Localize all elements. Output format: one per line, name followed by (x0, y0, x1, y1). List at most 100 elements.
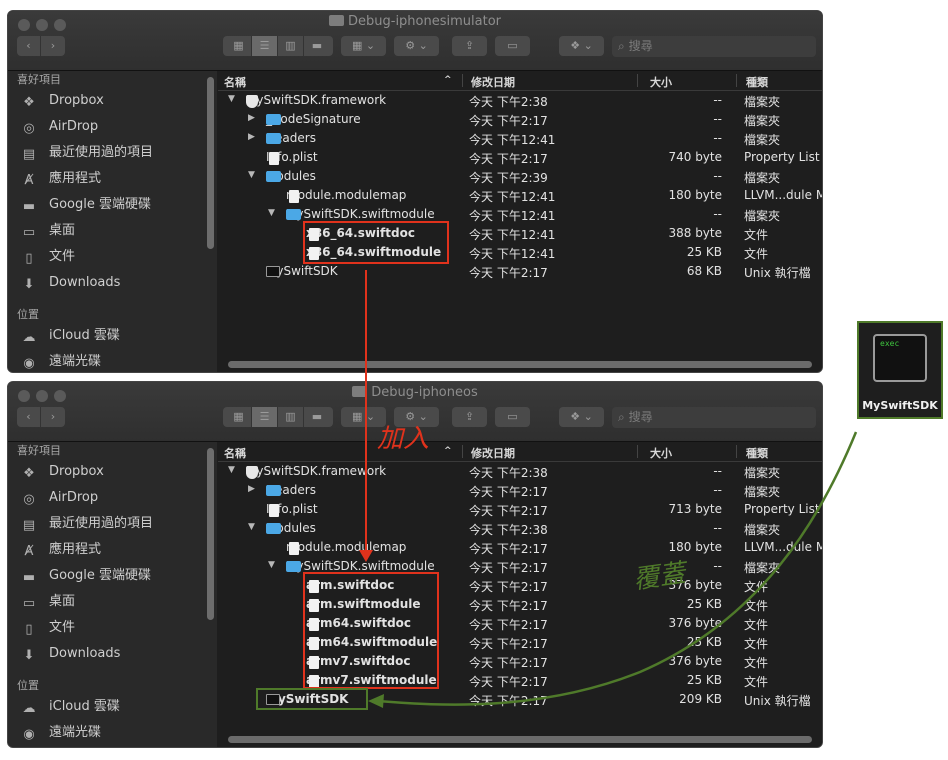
share-button[interactable]: ⇪ (452, 407, 487, 427)
sidebar-item-desktop[interactable]: ▭ 桌面 (8, 589, 217, 615)
disclosure-open-icon[interactable]: ▼ (248, 170, 255, 180)
sidebar-item-airdrop[interactable]: ◎ AirDrop (8, 114, 217, 140)
file-size: -- (713, 483, 722, 497)
table-row[interactable]: ▼ MySwiftSDK.framework 今天 下午2:38 -- 檔案夾 (218, 91, 822, 110)
search-field[interactable]: ⌕ 搜尋 (612, 36, 816, 57)
sidebar-item-applications[interactable]: Ⱥ 應用程式 (8, 166, 217, 192)
dropbox-button[interactable]: ❖ ⌄ (559, 36, 604, 56)
column-date[interactable]: 修改日期 (471, 445, 515, 461)
disclosure-open-icon[interactable]: ▼ (248, 522, 255, 532)
action-button[interactable]: ⚙ ⌄ (394, 36, 439, 56)
search-field[interactable]: ⌕ 搜尋 (612, 407, 816, 428)
horizontal-scrollbar[interactable] (228, 736, 812, 743)
disclosure-closed-icon[interactable]: ▶ (248, 484, 255, 494)
file-kind: Property List (744, 502, 820, 516)
sidebar-item-dropbox[interactable]: ❖ Dropbox (8, 88, 217, 114)
sidebar-item-recents[interactable]: ▤ 最近使用過的項目 (8, 511, 217, 537)
table-row[interactable]: Info.plist 今天 下午2:17 713 byte Property List (218, 500, 822, 519)
folder-icon (286, 561, 301, 572)
back-button[interactable]: ‹ (17, 407, 41, 427)
sidebar-item-remote-disc[interactable]: ◉ 遠端光碟 (8, 349, 217, 372)
table-row[interactable]: ▼ MySwiftSDK.framework 今天 下午2:38 -- 檔案夾 (218, 462, 822, 481)
column-size[interactable]: 大小 (650, 74, 672, 90)
disclosure-closed-icon[interactable]: ▶ (248, 113, 255, 123)
column-size[interactable]: 大小 (650, 445, 672, 461)
table-row[interactable]: ▶ _CodeSignature 今天 下午2:17 -- 檔案夾 (218, 110, 822, 129)
disclosure-open-icon[interactable]: ▼ (228, 94, 235, 104)
gallery-view-button[interactable]: ▬ (304, 36, 330, 56)
dropbox-button[interactable]: ❖ ⌄ (559, 407, 604, 427)
disclosure-open-icon[interactable]: ▼ (268, 560, 275, 570)
icon-view-button[interactable]: ▦ (226, 407, 252, 427)
table-row[interactable]: ▼ Modules 今天 下午2:38 -- 檔案夾 (218, 519, 822, 538)
table-row[interactable]: MySwiftSDK 今天 下午2:17 68 KB Unix 執行檔 (218, 262, 822, 281)
exec-file-icon: exec (873, 334, 927, 382)
exec-file-card[interactable]: exec MySwiftSDK (857, 321, 943, 419)
sidebar-item-downloads[interactable]: ⬇ Downloads (8, 641, 217, 667)
disclosure-open-icon[interactable]: ▼ (268, 208, 275, 218)
file-kind: 文件 (744, 228, 769, 242)
table-row[interactable]: ▼ Modules 今天 下午2:39 -- 檔案夾 (218, 167, 822, 186)
file-name: module.modulemap (286, 540, 407, 555)
file-name: MySwiftSDK.swiftmodule (286, 207, 435, 221)
sidebar-scrollbar[interactable] (207, 448, 214, 620)
column-name[interactable]: 名稱 (224, 74, 246, 90)
file-kind: 文件 (744, 675, 769, 689)
sidebar-item-google-drive[interactable]: ▬ Google 雲端硬碟 (8, 563, 217, 589)
sidebar-item-icloud[interactable]: ☁ iCloud 雲碟 (8, 694, 217, 720)
tag-button[interactable]: ▭ (495, 407, 530, 427)
file-size: 25 KB (686, 673, 722, 687)
list-view-button[interactable]: ☰ (252, 407, 278, 427)
column-kind[interactable]: 種類 (746, 445, 768, 461)
table-row[interactable]: Info.plist 今天 下午2:17 740 byte Property List (218, 148, 822, 167)
forward-button[interactable]: › (41, 36, 65, 56)
disclosure-closed-icon[interactable]: ▶ (248, 132, 255, 142)
column-view-button[interactable]: ▥ (278, 36, 304, 56)
folder-icon (266, 133, 281, 144)
view-mode-buttons[interactable]: ▦ ☰ ▥ ▬ (223, 407, 333, 427)
sidebar-item-google-drive[interactable]: ▬ Google 雲端硬碟 (8, 192, 217, 218)
document-icon (289, 542, 299, 555)
sidebar-item-desktop[interactable]: ▭ 桌面 (8, 218, 217, 244)
column-view-button[interactable]: ▥ (278, 407, 304, 427)
sidebar-item-airdrop[interactable]: ◎ AirDrop (8, 485, 217, 511)
sidebar-item-remote-disc[interactable]: ◉ 遠端光碟 (8, 720, 217, 746)
sidebar-item-documents[interactable]: ▯ 文件 (8, 615, 217, 641)
highlight-box-simulator-files (303, 221, 449, 264)
forward-button[interactable]: › (41, 407, 65, 427)
table-row[interactable]: module.modulemap 今天 下午2:17 180 byte LLVM...… (218, 538, 822, 557)
file-size: -- (713, 93, 722, 107)
share-icon: ⇪ (464, 410, 475, 423)
sidebar-item-documents[interactable]: ▯ 文件 (8, 244, 217, 270)
column-kind[interactable]: 種類 (746, 74, 768, 90)
dropbox-icon: ❖ (570, 39, 581, 52)
column-date[interactable]: 修改日期 (471, 74, 515, 90)
sidebar-item-downloads[interactable]: ⬇ Downloads (8, 270, 217, 296)
disclosure-open-icon[interactable]: ▼ (228, 465, 235, 475)
group-button[interactable]: ▦ ⌄ (341, 36, 386, 56)
back-forward-buttons[interactable]: ‹ › (17, 36, 65, 56)
horizontal-scrollbar[interactable] (228, 361, 812, 368)
back-button[interactable]: ‹ (17, 36, 41, 56)
tag-button[interactable]: ▭ (495, 36, 530, 56)
sidebar-item-applications[interactable]: Ⱥ 應用程式 (8, 537, 217, 563)
file-date: 今天 下午2:17 (469, 504, 548, 518)
list-view-button[interactable]: ☰ (252, 36, 278, 56)
sidebar-item-dropbox[interactable]: ❖ Dropbox (8, 459, 217, 485)
document-icon (269, 504, 279, 517)
table-row[interactable]: module.modulemap 今天 下午12:41 180 byte LLVM..… (218, 186, 822, 205)
folder-icon: ▬ (22, 570, 36, 585)
column-name[interactable]: 名稱 (224, 445, 246, 461)
sidebar-item-icloud[interactable]: ☁ iCloud 雲碟 (8, 323, 217, 349)
sidebar-scrollbar[interactable] (207, 77, 214, 249)
table-row[interactable]: ▶ Headers 今天 下午2:17 -- 檔案夾 (218, 481, 822, 500)
view-mode-buttons[interactable]: ▦ ☰ ▥ ▬ (223, 36, 333, 56)
highlight-box-device-files (303, 572, 439, 689)
sidebar-item-recents[interactable]: ▤ 最近使用過的項目 (8, 140, 217, 166)
gallery-view-button[interactable]: ▬ (304, 407, 330, 427)
icon-view-button[interactable]: ▦ (226, 36, 252, 56)
share-button[interactable]: ⇪ (452, 36, 487, 56)
file-kind: 檔案夾 (744, 209, 781, 223)
back-forward-buttons[interactable]: ‹ › (17, 407, 65, 427)
table-row[interactable]: ▶ Headers 今天 下午12:41 -- 檔案夾 (218, 129, 822, 148)
